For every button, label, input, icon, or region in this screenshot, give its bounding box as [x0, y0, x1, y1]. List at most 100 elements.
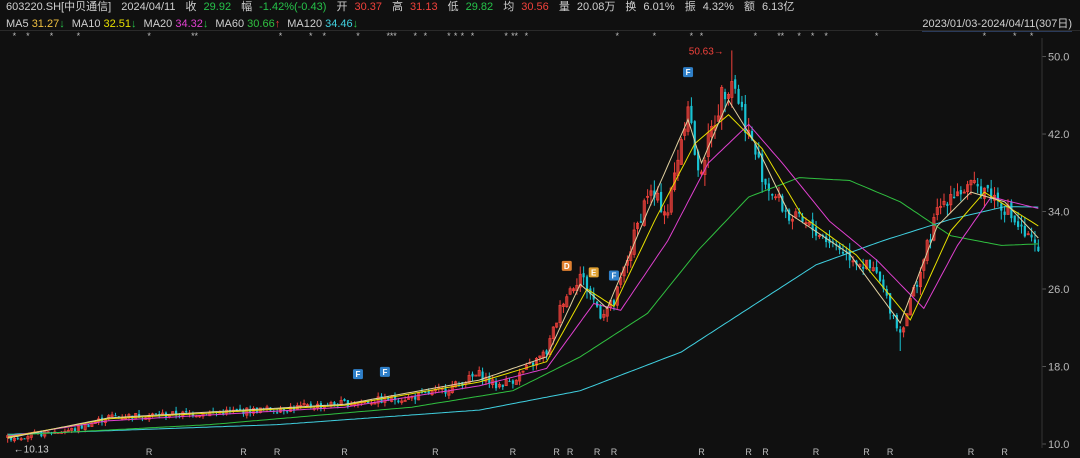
candle: [383, 393, 387, 407]
y-tick-label: 34.0: [1048, 207, 1069, 219]
max-price-label: 50.63→: [689, 46, 724, 57]
candle-body: [946, 203, 949, 206]
candle-body: [286, 411, 289, 413]
candle: [720, 85, 724, 130]
candle: [734, 74, 737, 94]
y-tick-label: 18.0: [1048, 362, 1069, 374]
turnover-label: 换: [625, 1, 637, 13]
candle: [902, 326, 906, 338]
rights-marker: R: [698, 447, 705, 457]
candle: [737, 84, 740, 105]
ma-legend[interactable]: MA5 31.27↓ MA10 32.51↓ MA20 34.32↓ MA60 30.…: [6, 17, 1076, 31]
ma-legend-arrow: ↑: [274, 18, 281, 30]
candle-body: [1020, 224, 1023, 227]
candle: [1010, 199, 1013, 223]
candle-body: [599, 304, 602, 319]
event-marker: *: [781, 31, 785, 41]
symbol[interactable]: 603220.SH[中贝通信]: [6, 1, 111, 13]
event-marker: *: [195, 31, 199, 41]
candle: [26, 434, 30, 443]
event-marker: *: [77, 31, 81, 41]
candle-body: [639, 221, 642, 223]
candle: [494, 378, 498, 391]
candle: [1026, 230, 1030, 236]
candle-body: [878, 271, 882, 282]
candle: [955, 183, 959, 197]
candle: [942, 193, 946, 208]
ma5-line: [7, 99, 1039, 439]
candle-body: [80, 425, 83, 429]
event-marker: *: [700, 31, 704, 41]
candle-body: [397, 400, 400, 403]
signal-badge: F: [352, 369, 363, 380]
ma-legend-item-ma10[interactable]: MA10 32.51↓: [72, 18, 137, 30]
candle: [19, 437, 23, 442]
volume-label: 量: [558, 1, 570, 13]
candle: [878, 270, 882, 283]
ma-legend-value: 31.27: [31, 18, 60, 30]
open-label: 开: [336, 1, 348, 13]
candle-body: [73, 428, 77, 431]
candle: [811, 212, 814, 239]
ma120-line: [7, 206, 1039, 435]
candle: [986, 184, 989, 193]
candle: [572, 287, 576, 294]
candle: [501, 384, 504, 390]
rights-marker: R: [341, 447, 348, 457]
candles: [6, 50, 1040, 443]
candle-body: [1037, 246, 1040, 252]
candle-body: [1017, 221, 1020, 227]
candle: [771, 193, 774, 200]
candle: [12, 436, 16, 443]
event-marker: *: [1013, 31, 1017, 41]
ma-legend-arrow: ↓: [59, 18, 65, 30]
candle: [558, 300, 562, 327]
ma-legend-label: MA20: [143, 18, 176, 30]
y-tick-label: 10.0: [1048, 439, 1069, 451]
candle: [555, 322, 559, 329]
event-marker: *: [13, 31, 17, 41]
candle: [825, 232, 828, 248]
candle-body: [784, 210, 787, 212]
candle: [935, 198, 939, 221]
high-value: 31.13: [410, 1, 438, 13]
candle: [534, 357, 538, 370]
candle: [653, 180, 656, 206]
ma-legend-label: MA120: [287, 18, 326, 30]
candle: [899, 326, 902, 352]
amplitude-label: 振: [684, 1, 696, 13]
candle-body: [764, 178, 767, 185]
candle-body: [1033, 239, 1037, 243]
candle-body: [771, 193, 774, 196]
ma-legend-item-ma60[interactable]: MA60 30.66↑: [215, 18, 280, 30]
candle: [895, 313, 898, 332]
candle: [154, 413, 157, 415]
kline-chart[interactable]: * * * * * * * * * * * * * * * * * * * * * * * * * * * * * * * * * * * * * * 50…: [0, 30, 1080, 458]
ma-legend-item-ma20[interactable]: MA20 34.32↓: [144, 18, 209, 30]
ma-legend-item-ma120[interactable]: MA120 34.46↓: [287, 18, 358, 30]
ma-legend-item-ma5[interactable]: MA5 31.27↓: [6, 18, 65, 30]
candle: [908, 297, 912, 316]
candle: [990, 179, 993, 203]
signal-badge: F: [379, 366, 390, 377]
amount-value: 6.13亿: [761, 1, 795, 13]
event-marker: *: [356, 31, 360, 41]
amplitude-value: 4.32%: [702, 1, 734, 13]
signal-badge: F: [608, 270, 619, 281]
rights-marker: R: [553, 447, 560, 457]
avg-value: 30.56: [521, 1, 549, 13]
candle: [915, 281, 919, 294]
event-marker: *: [323, 31, 327, 41]
candle: [484, 372, 488, 386]
amount-label: 额: [743, 1, 755, 13]
event-marker: *: [515, 31, 519, 41]
candle: [561, 302, 565, 313]
candle: [393, 392, 397, 405]
candle-body: [16, 438, 19, 440]
candle: [949, 185, 953, 214]
candle: [976, 178, 979, 194]
candle: [471, 371, 474, 382]
event-marker: *: [424, 31, 428, 41]
candle: [939, 198, 943, 215]
candle: [252, 406, 256, 417]
